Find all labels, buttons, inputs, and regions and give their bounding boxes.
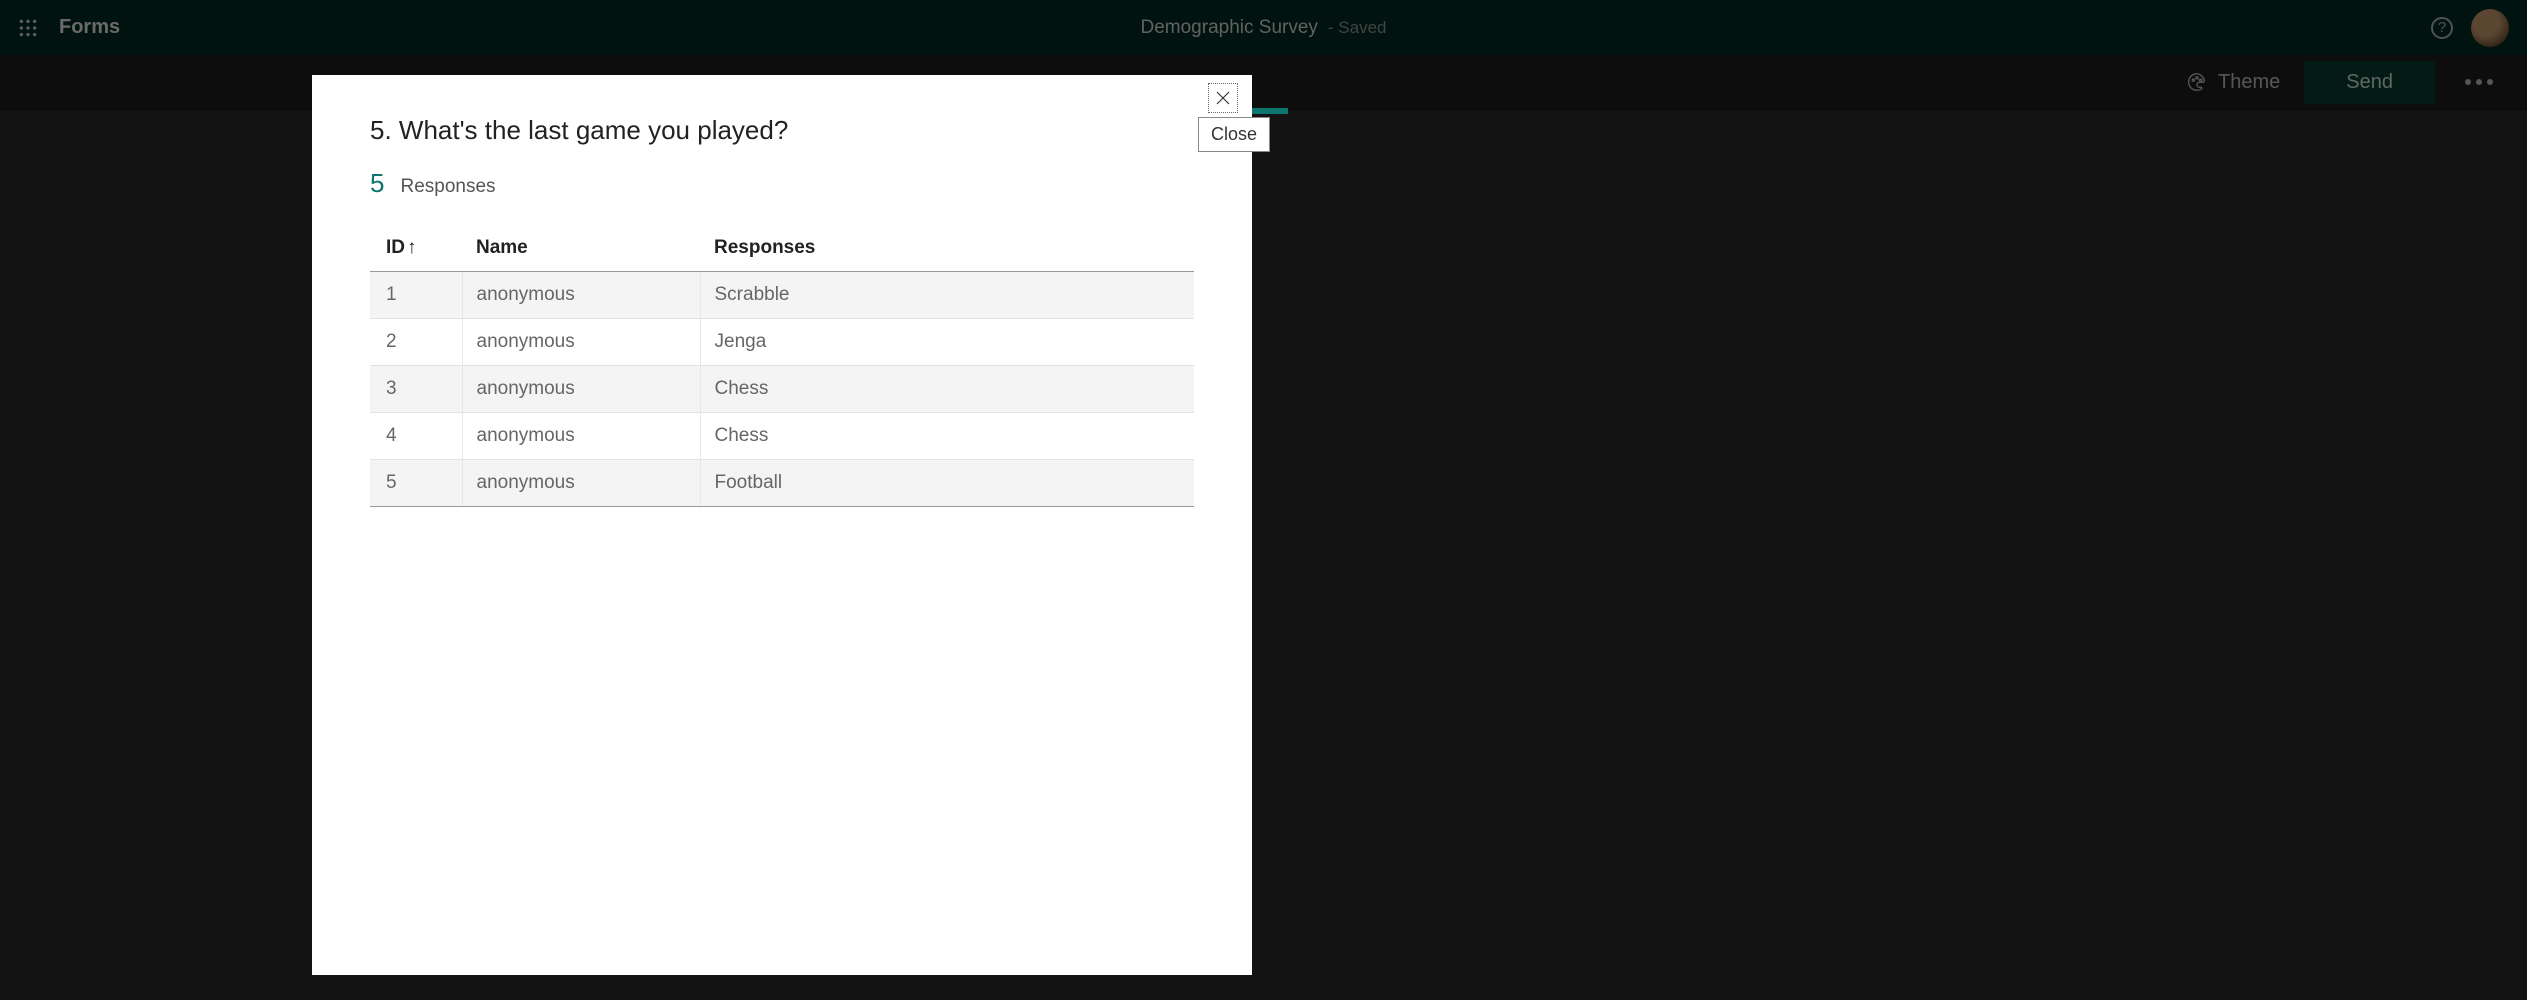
tab-accent-strip [1252,108,1288,114]
responses-detail-modal: Close 5. What's the last game you played… [312,75,1252,975]
column-header-name[interactable]: Name [462,225,700,272]
responses-table: ID↑ Name Responses 1 anonymous Scrabble … [370,225,1194,507]
response-count-label: Responses [400,176,495,198]
response-count-row: 5 Responses [370,168,1194,199]
column-header-id[interactable]: ID↑ [370,225,462,272]
cell-name: anonymous [462,319,700,366]
table-row: 5 anonymous Football [370,460,1194,507]
cell-response: Football [700,460,1194,507]
cell-id: 2 [370,319,462,366]
table-header-row: ID↑ Name Responses [370,225,1194,272]
close-button[interactable] [1208,83,1238,113]
sort-ascending-icon: ↑ [407,237,417,259]
table-row: 4 anonymous Chess [370,413,1194,460]
close-tooltip: Close [1198,117,1270,152]
response-count-number: 5 [370,168,384,199]
cell-response: Chess [700,366,1194,413]
table-row: 2 anonymous Jenga [370,319,1194,366]
cell-name: anonymous [462,413,700,460]
column-header-responses[interactable]: Responses [700,225,1194,272]
cell-name: anonymous [462,460,700,507]
cell-name: anonymous [462,272,700,319]
column-header-id-label: ID [386,237,405,258]
cell-id: 5 [370,460,462,507]
cell-id: 1 [370,272,462,319]
cell-response: Chess [700,413,1194,460]
close-icon [1214,89,1232,107]
cell-response: Jenga [700,319,1194,366]
table-row: 1 anonymous Scrabble [370,272,1194,319]
cell-response: Scrabble [700,272,1194,319]
cell-id: 3 [370,366,462,413]
responses-tbody: 1 anonymous Scrabble 2 anonymous Jenga 3… [370,272,1194,507]
cell-id: 4 [370,413,462,460]
cell-name: anonymous [462,366,700,413]
table-row: 3 anonymous Chess [370,366,1194,413]
question-title: 5. What's the last game you played? [370,115,1194,146]
